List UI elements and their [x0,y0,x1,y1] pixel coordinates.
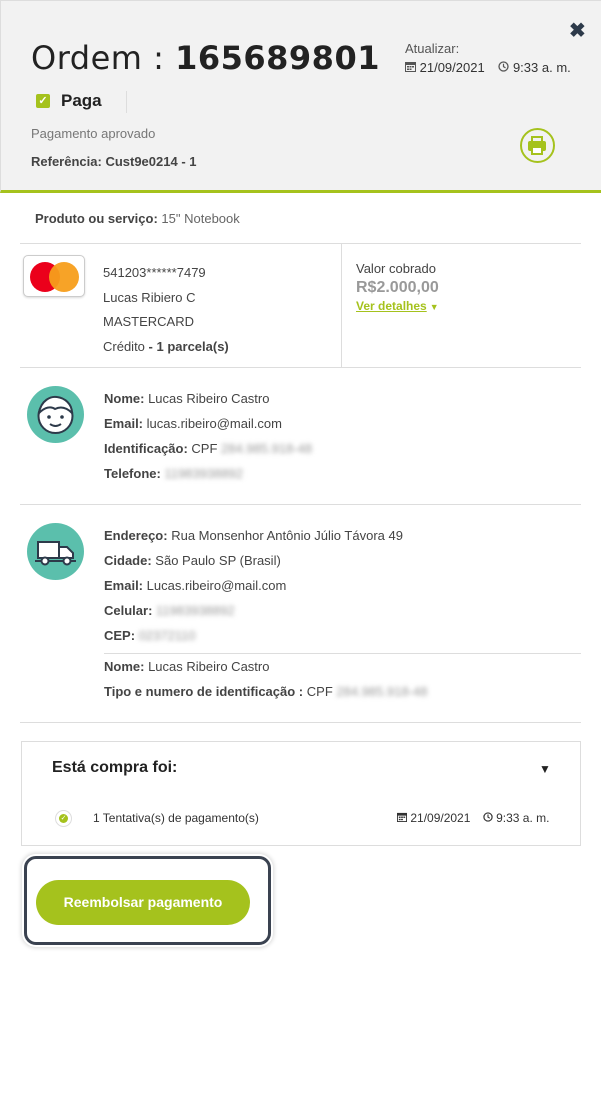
clock-icon: 9:33 a. m. [483,811,550,825]
recipient-doc-value: 284.985.918-48 [336,684,428,699]
checkbox-checked-icon: ✓ [36,94,50,108]
reference-value: Cust9e0214 - 1 [105,154,197,169]
order-label: Ordem : [31,39,165,77]
attempts-text: 1 Tentativa(s) de pagamento(s) [93,811,259,825]
product-info: Produto ou serviço: 15" Notebook [35,211,240,226]
customer-email-label: Email: [104,416,144,431]
card-type-label: Crédito [103,338,145,354]
mastercard-logo-icon [23,255,85,297]
card-installments: 1 parcela(s) [156,338,229,354]
divider [20,243,581,244]
order-title: Ordem : 165689801 [31,39,380,77]
recipient-doc-label: Tipo e numero de identificação : [104,684,304,699]
charge-label: Valor cobrado [356,261,436,276]
recipient-doc-type: CPF [306,684,333,699]
recipient-info: Nome: Lucas Ribeiro Castro Tipo e numero… [104,654,427,704]
reference: Referência: Cust9e0214 - 1 [31,154,197,169]
customer-phone: 11983938892 [164,466,244,481]
recipient-name: Lucas Ribeiro Castro [148,659,270,674]
customer-id-type: CPF [191,441,218,456]
charge-value: R$2.000,00 [356,279,439,296]
attempt-date: 21/09/2021 [410,811,471,825]
customer-avatar-icon [27,386,84,443]
divider [341,244,342,368]
attempt-time: 9:33 a. m. [496,811,550,825]
details-link-label[interactable]: Ver detalhes [356,299,427,313]
customer-name-label: Nome: [104,391,145,406]
divider [126,91,127,113]
divider [20,504,581,505]
close-icon[interactable]: ✖ [569,21,586,41]
card-info: 541203******7479 Lucas Ribiero C MASTERC… [103,261,229,359]
product-label: Produto ou serviço: [35,211,158,226]
reference-label: Referência: [31,154,102,169]
refund-button[interactable]: Reembolsar pagamento [36,880,250,925]
summary-title: Está compra foi: [52,759,178,776]
purchase-summary: Está compra foi: ▼ ✓ 1 Tentativa(s) de p… [21,741,581,846]
attempt-datetime: 21/09/2021 9:33 a. m. [397,811,558,825]
card-holder: Lucas Ribiero C [103,289,196,305]
truck-icon [27,523,84,580]
shipping-zip-label: CEP: [104,628,136,643]
calendar-icon: 21/09/2021 [405,60,488,75]
order-header: ✖ Ordem : 165689801 Atualizar: 21/09/202… [0,0,601,193]
divider [20,367,581,368]
shipping-zip: 02372110 [138,628,196,643]
shipping-info: Endereço: Rua Monsenhor Antônio Júlio Tá… [104,523,403,648]
chevron-down-icon[interactable]: ▼ [539,762,551,776]
caret-down-icon: ▼ [429,302,439,312]
divider [20,722,581,723]
shipping-email-label: Email: [104,578,144,593]
card-number: 541203******7479 [103,265,206,280]
customer-id-label: Identificação: [104,441,188,456]
shipping-email: Lucas.ribeiro@mail.com [146,578,287,593]
shipping-address-label: Endereço: [104,528,168,543]
update-time: 9:33 a. m. [512,60,571,75]
update-datetime: 21/09/2021 9:33 a. m. [405,60,581,75]
shipping-address: Rua Monsenhor Antônio Júlio Távora 49 [171,528,403,543]
order-number: 165689801 [175,39,380,77]
customer-info: Nome: Lucas Ribeiro Castro Email: lucas.… [104,386,312,486]
status-badge: ✓ Paga [36,91,102,111]
status-text: Pagamento aprovado [31,126,156,141]
check-circle-icon: ✓ [55,810,72,827]
customer-id-value: 284.985.918-48 [221,441,313,456]
clock-icon: 9:33 a. m. [498,60,571,75]
shipping-mobile: 11983938892 [156,603,235,618]
customer-name: Lucas Ribeiro Castro [148,391,270,406]
print-icon[interactable] [520,128,555,163]
details-link[interactable]: Ver detalhes ▼ [356,299,439,313]
update-date: 21/09/2021 [419,60,485,75]
recipient-name-label: Nome: [104,659,145,674]
customer-phone-label: Telefone: [104,466,161,481]
customer-email: lucas.ribeiro@mail.com [146,416,282,431]
status-label: Paga [61,91,102,110]
shipping-city-label: Cidade: [104,553,152,568]
shipping-city: São Paulo SP (Brasil) [155,553,281,568]
calendar-icon: 21/09/2021 [397,811,474,825]
card-brand: MASTERCARD [103,314,195,329]
shipping-mobile-label: Celular: [104,603,153,618]
card-type: Crédito - 1 parcela(s) [103,338,229,354]
update-label: Atualizar: [405,41,460,56]
product-value: 15" Notebook [161,211,240,226]
